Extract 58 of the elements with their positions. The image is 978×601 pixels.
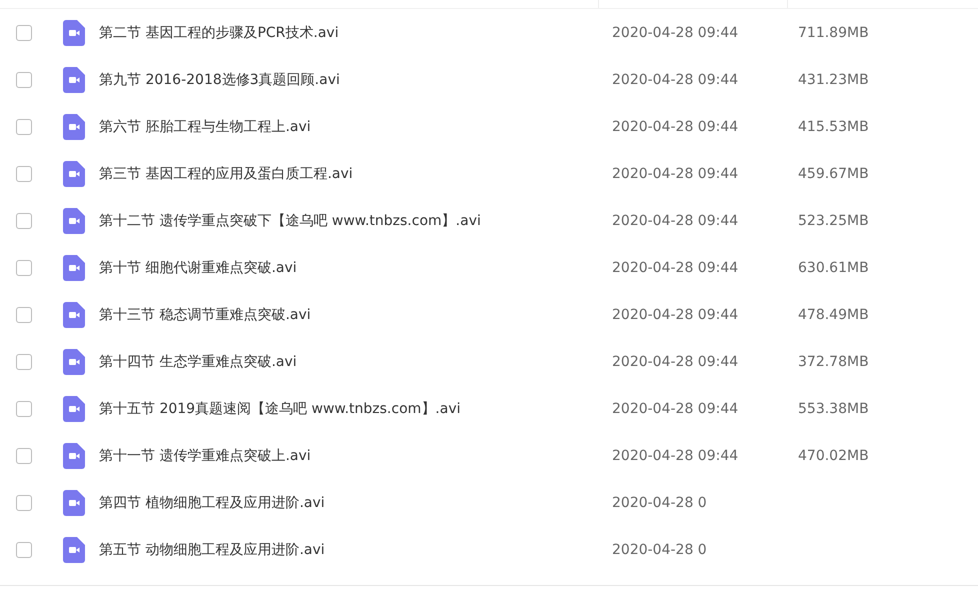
modified-date: 2020-04-28 09:44 bbox=[612, 212, 740, 228]
modified-date: 2020-04-28 0 bbox=[612, 542, 708, 558]
file-name[interactable]: 第十四节 生态学重难点突破.avi bbox=[99, 352, 612, 370]
file-size: 630.61MB bbox=[798, 260, 869, 276]
file-size: 459.67MB bbox=[798, 166, 869, 182]
checkbox[interactable] bbox=[16, 118, 32, 134]
file-name[interactable]: 第九节 2016-2018选修3真题回顾.avi bbox=[99, 70, 612, 88]
file-name[interactable]: 第十二节 遗传学重点突破下【途乌吧 www.tnbzs.com】.avi bbox=[99, 212, 612, 230]
file-name[interactable]: 第十节 细胞代谢重难点突破.avi bbox=[99, 258, 612, 276]
checkbox[interactable] bbox=[16, 542, 32, 558]
modified-date: 2020-04-28 09:44 bbox=[612, 118, 740, 134]
video-file-icon bbox=[63, 442, 85, 468]
checkbox[interactable] bbox=[16, 72, 32, 88]
file-name[interactable]: 第十三节 稳态调节重难点突破.avi bbox=[99, 306, 612, 324]
file-size: 372.78MB bbox=[798, 354, 869, 370]
modified-date: 2020-04-28 09:44 bbox=[612, 72, 740, 88]
file-size: 431.23MB bbox=[798, 72, 869, 88]
checkbox[interactable] bbox=[16, 166, 32, 182]
file-name[interactable]: 第二节 基因工程的步骤及PCR技术.avi bbox=[99, 24, 612, 42]
video-file-icon bbox=[63, 66, 85, 92]
modified-date: 2020-04-28 09:44 bbox=[612, 448, 740, 464]
modified-date: 2020-04-28 0 bbox=[612, 494, 708, 510]
video-file-icon bbox=[63, 396, 85, 422]
file-name[interactable]: 第十五节 2019真题速阅【途乌吧 www.tnbzs.com】.avi bbox=[99, 400, 612, 418]
video-file-icon bbox=[63, 160, 85, 186]
modified-date: 2020-04-28 09:44 bbox=[612, 354, 740, 370]
file-size: 711.89MB bbox=[798, 24, 869, 40]
checkbox[interactable] bbox=[16, 24, 32, 40]
checkbox[interactable] bbox=[16, 306, 32, 322]
video-file-icon bbox=[63, 536, 85, 562]
modified-date: 2020-04-28 09:44 bbox=[612, 166, 740, 182]
checkbox[interactable] bbox=[16, 494, 32, 510]
file-name[interactable]: 第五节 动物细胞工程及应用进阶.avi bbox=[99, 540, 612, 558]
modified-date: 2020-04-28 09:44 bbox=[612, 400, 740, 416]
video-file-icon bbox=[63, 348, 85, 374]
modified-date: 2020-04-28 09:44 bbox=[612, 24, 740, 40]
file-size: 478.49MB bbox=[798, 306, 869, 322]
file-name[interactable]: 第十一节 遗传学重难点突破上.avi bbox=[99, 446, 612, 464]
modified-date: 2020-04-28 09:44 bbox=[612, 260, 740, 276]
file-name[interactable]: 第六节 胚胎工程与生物工程上.avi bbox=[99, 118, 612, 136]
checkbox[interactable] bbox=[16, 260, 32, 276]
file-name[interactable]: 第三节 基因工程的应用及蛋白质工程.avi bbox=[99, 164, 612, 182]
modified-date: 2020-04-28 09:44 bbox=[612, 306, 740, 322]
checkbox[interactable] bbox=[16, 354, 32, 370]
file-name[interactable]: 第四节 植物细胞工程及应用进阶.avi bbox=[99, 494, 612, 512]
file-size: 415.53MB bbox=[798, 118, 869, 134]
video-file-icon bbox=[63, 114, 85, 140]
file-size: 470.02MB bbox=[798, 448, 869, 464]
video-file-icon bbox=[63, 302, 85, 328]
file-size: 553.38MB bbox=[798, 400, 869, 416]
video-file-icon bbox=[63, 490, 85, 516]
video-file-icon bbox=[63, 20, 85, 46]
checkbox[interactable] bbox=[16, 448, 32, 464]
checkbox[interactable] bbox=[16, 400, 32, 416]
file-size: 523.25MB bbox=[798, 212, 869, 228]
video-file-icon bbox=[63, 254, 85, 280]
checkbox[interactable] bbox=[16, 212, 32, 228]
video-file-icon bbox=[63, 208, 85, 234]
